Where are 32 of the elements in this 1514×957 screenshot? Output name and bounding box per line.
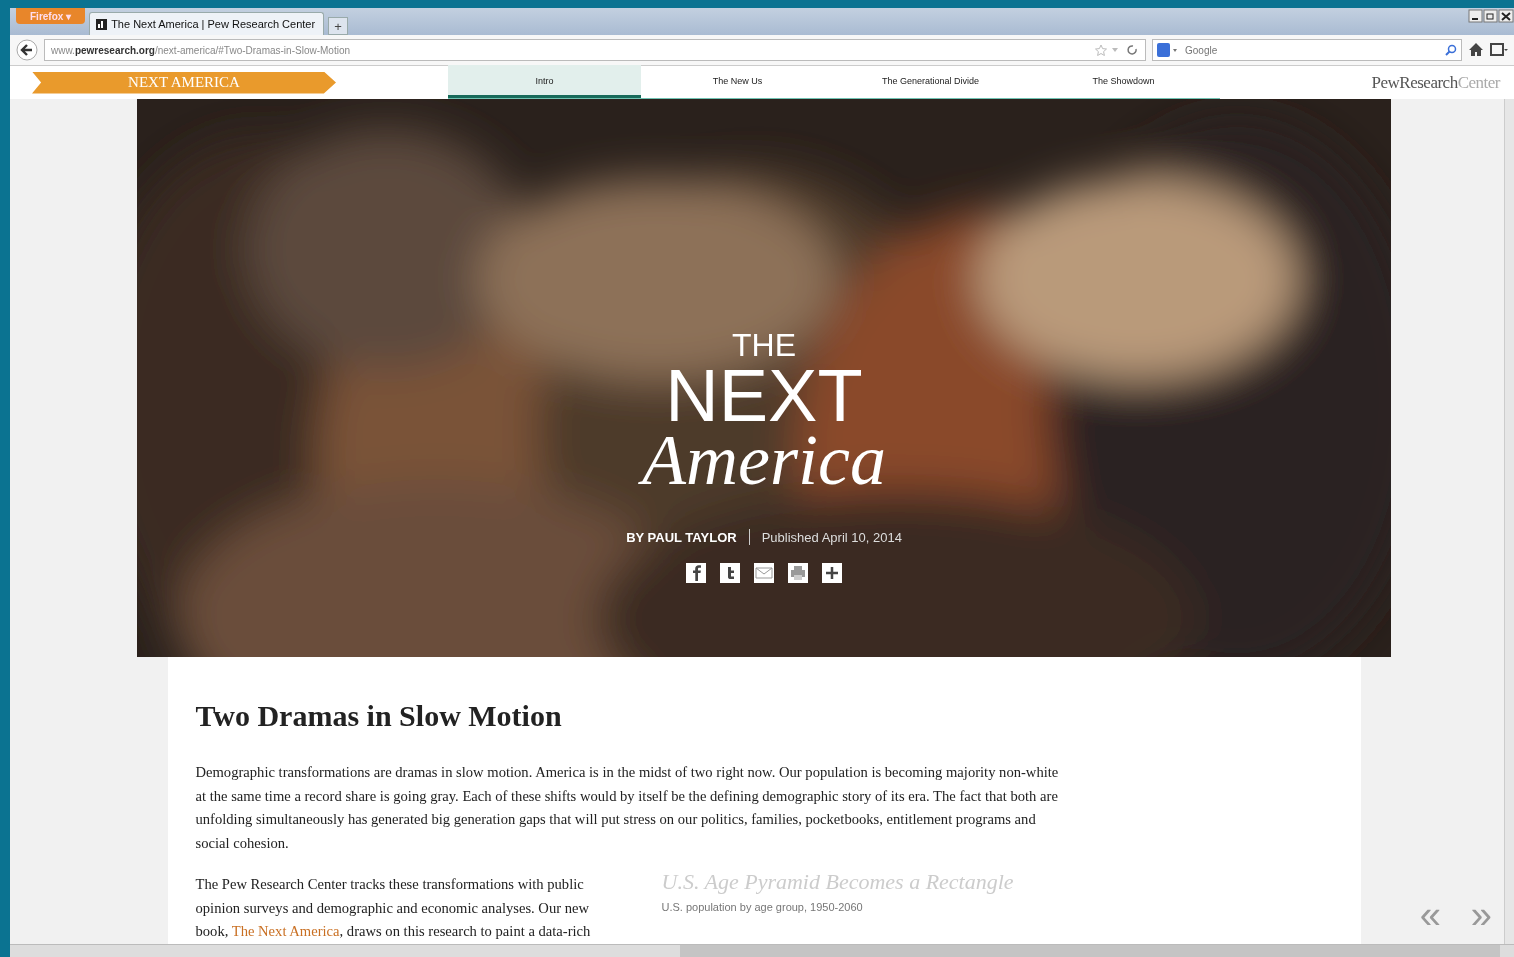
back-icon[interactable]: [16, 39, 38, 61]
figure-subtitle: U.S. population by age group, 1950-2060: [661, 901, 864, 913]
search-icon[interactable]: [1445, 44, 1457, 56]
search-engine-icon[interactable]: [1157, 43, 1179, 57]
nav-tab[interactable]: The Showdown: [1027, 64, 1220, 98]
bookmark-reload-icon[interactable]: [1095, 44, 1139, 56]
plus-icon[interactable]: [822, 563, 842, 583]
tab-title: The Next America | Pew Research Center: [111, 18, 316, 30]
published-date: Published April 10, 2014: [761, 529, 902, 545]
facebook-icon[interactable]: [686, 563, 706, 583]
browser-tab[interactable]: The Next America | Pew Research Center: [89, 12, 325, 35]
print-icon[interactable]: [788, 563, 808, 583]
byline: BY PAUL TAYLOR: [626, 529, 737, 545]
search-input[interactable]: Google: [1183, 43, 1441, 57]
hero-title-small: THE: [732, 329, 796, 361]
twitter-icon[interactable]: [720, 563, 740, 583]
home-icon[interactable]: [1468, 42, 1484, 58]
hero-title: NEXT: [665, 361, 863, 431]
window-controls-icon[interactable]: [1468, 8, 1514, 24]
nav-tab[interactable]: Intro: [448, 64, 641, 98]
nav-tab[interactable]: The Generational Divide: [834, 64, 1027, 98]
article-paragraph: Demographic transformations are dramas in slow motion. America is in the midst of two right now. Our population is becoming majority non-white at the same time a record share is going gray. Each of these shifts would by itself be the defining demographic story of its era. The fact that both are unfolding simultaneously has generated big generation gaps that will put stress on our politics, families, pocketbooks, entitlement programs and social cohesion.: [195, 763, 1060, 853]
address-bar[interactable]: www.pewresearch.org/next-america/#Two-Dramas-in-Slow-Motion: [44, 39, 1146, 61]
article-paragraph: The Pew Research Center tracks these transformations with public opinion surveys and demographic and economic analyses. Our new book, The Next America, draws on this research to paint a data-rich: [195, 875, 592, 941]
search-field[interactable]: Google: [1152, 39, 1462, 61]
site-logo[interactable]: PewResearchCenter: [1371, 72, 1500, 93]
chart-icon: [96, 18, 108, 30]
new-tab-button[interactable]: +: [328, 17, 349, 35]
nav-tab[interactable]: The New Us: [641, 64, 834, 98]
article-heading: Two Dramas in Slow Motion: [195, 699, 563, 733]
book-link[interactable]: The Next America: [231, 923, 340, 939]
toolbar-menu-icon[interactable]: [1490, 42, 1508, 58]
